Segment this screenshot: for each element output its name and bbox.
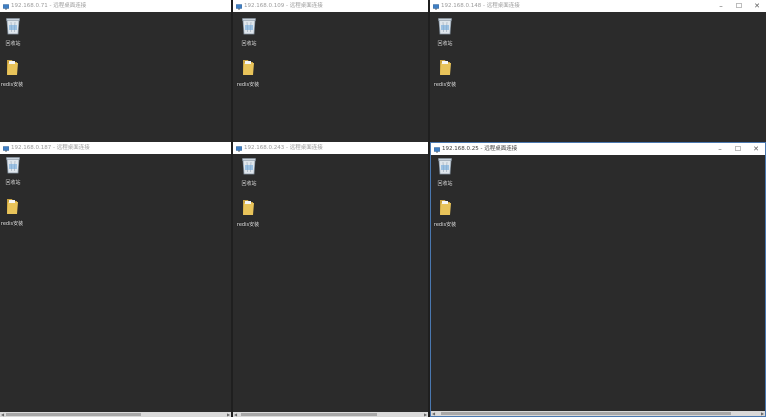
scroll-right-arrow-icon[interactable]: ▶ bbox=[423, 412, 428, 417]
remote-desktop-icon bbox=[236, 3, 242, 10]
window-title: 192.168.0.71 - 远程桌面连接 bbox=[11, 3, 87, 9]
horizontal-scrollbar[interactable]: ◀ ▶ bbox=[431, 411, 765, 416]
window-title: 192.168.0.109 - 远程桌面连接 bbox=[244, 3, 323, 9]
desktop-icon-label: redis安装 bbox=[433, 222, 457, 228]
scrollbar-thumb[interactable] bbox=[441, 412, 731, 415]
remote-desktop-window[interactable]: 192.168.0.25 - 远程桌面连接 – ☐ ✕ 回收站 redis安装 … bbox=[430, 142, 766, 417]
remote-desktop-icon bbox=[3, 3, 9, 10]
recycle-bin-shortcut[interactable]: 回收站 bbox=[0, 156, 28, 186]
window-titlebar[interactable]: 192.168.0.243 - 远程桌面连接 bbox=[233, 142, 428, 154]
close-button[interactable]: ✕ bbox=[748, 0, 766, 12]
scroll-left-arrow-icon[interactable]: ◀ bbox=[431, 411, 436, 416]
minimize-button[interactable]: – bbox=[712, 0, 730, 12]
recycle-bin-icon bbox=[438, 17, 452, 39]
desktop-icon-label: redis安装 bbox=[236, 222, 260, 228]
redis-folder-shortcut[interactable]: redis安装 bbox=[233, 58, 263, 88]
recycle-bin-shortcut[interactable]: 回收站 bbox=[234, 17, 264, 47]
recycle-bin-icon bbox=[438, 157, 452, 179]
window-titlebar[interactable]: 192.168.0.187 - 远程桌面连接 bbox=[0, 142, 231, 154]
window-titlebar[interactable]: 192.168.0.109 - 远程桌面连接 bbox=[233, 0, 428, 12]
window-title: 192.168.0.243 - 远程桌面连接 bbox=[244, 145, 323, 151]
scroll-left-arrow-icon[interactable]: ◀ bbox=[233, 412, 238, 417]
folder-icon bbox=[438, 58, 452, 80]
remote-desktop-window[interactable]: 192.168.0.109 - 远程桌面连接 回收站 redis安装 bbox=[233, 0, 428, 142]
desktop-icon-label: 回收站 bbox=[5, 180, 21, 186]
remote-desktop-icon bbox=[3, 145, 9, 152]
folder-icon bbox=[241, 58, 255, 80]
recycle-bin-icon bbox=[6, 156, 20, 178]
folder-icon bbox=[241, 198, 255, 220]
remote-desktop-window[interactable]: 192.168.0.187 - 远程桌面连接 回收站 redis安装 ◀ ▶ bbox=[0, 142, 231, 417]
window-title: 192.168.0.187 - 远程桌面连接 bbox=[11, 145, 90, 151]
scroll-right-arrow-icon[interactable]: ▶ bbox=[760, 411, 765, 416]
redis-folder-shortcut[interactable]: redis安装 bbox=[233, 198, 263, 228]
remote-desktop-window[interactable]: 192.168.0.71 - 远程桌面连接 回收站 redis安装 bbox=[0, 0, 231, 142]
folder-icon bbox=[5, 58, 19, 80]
recycle-bin-shortcut[interactable]: 回收站 bbox=[430, 17, 460, 47]
recycle-bin-shortcut[interactable]: 回收站 bbox=[234, 157, 264, 187]
window-titlebar[interactable]: 192.168.0.71 - 远程桌面连接 bbox=[0, 0, 231, 12]
desktop-icon-label: redis安装 bbox=[0, 221, 24, 227]
folder-icon bbox=[438, 198, 452, 220]
remote-desktop-icon bbox=[433, 3, 439, 10]
minimize-button[interactable]: – bbox=[711, 143, 729, 155]
horizontal-scrollbar[interactable]: ◀ ▶ bbox=[233, 412, 428, 417]
desktop-icon-label: 回收站 bbox=[5, 41, 21, 47]
desktop-icon-label: redis安装 bbox=[433, 82, 457, 88]
recycle-bin-icon bbox=[242, 157, 256, 179]
scroll-left-arrow-icon[interactable]: ◀ bbox=[0, 412, 5, 417]
recycle-bin-icon bbox=[242, 17, 256, 39]
redis-folder-shortcut[interactable]: redis安装 bbox=[430, 58, 460, 88]
recycle-bin-shortcut[interactable]: 回收站 bbox=[0, 17, 28, 47]
redis-folder-shortcut[interactable]: redis安装 bbox=[0, 58, 27, 88]
close-button[interactable]: ✕ bbox=[747, 143, 765, 155]
remote-desktop-icon bbox=[434, 146, 440, 153]
remote-desktop-icon bbox=[236, 145, 242, 152]
folder-icon bbox=[5, 197, 19, 219]
horizontal-scrollbar[interactable]: ◀ ▶ bbox=[0, 412, 231, 417]
desktop-icon-label: 回收站 bbox=[437, 41, 453, 47]
scroll-right-arrow-icon[interactable]: ▶ bbox=[226, 412, 231, 417]
maximize-button[interactable]: ☐ bbox=[729, 143, 747, 155]
window-title: 192.168.0.148 - 远程桌面连接 bbox=[441, 3, 520, 9]
window-titlebar[interactable]: 192.168.0.148 - 远程桌面连接 – ☐ ✕ bbox=[430, 0, 766, 12]
remote-desktop-window[interactable]: 192.168.0.148 - 远程桌面连接 – ☐ ✕ 回收站 redis安装 bbox=[430, 0, 766, 142]
maximize-button[interactable]: ☐ bbox=[730, 0, 748, 12]
desktop-icon-label: 回收站 bbox=[241, 41, 257, 47]
window-title: 192.168.0.25 - 远程桌面连接 bbox=[442, 146, 518, 152]
redis-folder-shortcut[interactable]: redis安装 bbox=[0, 197, 27, 227]
scrollbar-thumb[interactable] bbox=[241, 413, 377, 416]
desktop-icon-label: redis安装 bbox=[236, 82, 260, 88]
redis-folder-shortcut[interactable]: redis安装 bbox=[431, 198, 460, 228]
desktop-icon-label: 回收站 bbox=[437, 181, 453, 187]
remote-desktop-window[interactable]: 192.168.0.243 - 远程桌面连接 回收站 redis安装 ◀ ▶ bbox=[233, 142, 428, 417]
recycle-bin-icon bbox=[6, 17, 20, 39]
scrollbar-thumb[interactable] bbox=[6, 413, 141, 416]
desktop-icon-label: 回收站 bbox=[241, 181, 257, 187]
desktop-icon-label: redis安装 bbox=[0, 82, 24, 88]
recycle-bin-shortcut[interactable]: 回收站 bbox=[431, 157, 460, 187]
window-titlebar[interactable]: 192.168.0.25 - 远程桌面连接 – ☐ ✕ bbox=[431, 143, 765, 155]
